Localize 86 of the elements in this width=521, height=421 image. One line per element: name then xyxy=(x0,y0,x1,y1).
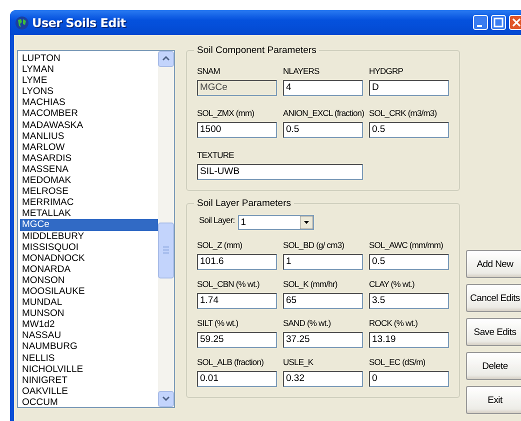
list-item[interactable]: MACOMBER xyxy=(20,108,158,120)
list-item[interactable]: MELROSE xyxy=(20,186,158,198)
list-item[interactable]: LYONS xyxy=(20,86,158,98)
dropdown-arrow-icon xyxy=(300,216,313,229)
list-item[interactable]: NAUMBURG xyxy=(20,341,158,353)
list-item[interactable]: MONSON xyxy=(20,274,158,286)
list-item[interactable]: MACHIAS xyxy=(20,97,158,108)
list-item[interactable]: MISSISQUOI xyxy=(20,242,158,253)
field-label: SNAM xyxy=(197,66,220,77)
input-field[interactable]: 0.5 xyxy=(369,254,449,270)
input-field[interactable]: D xyxy=(369,80,449,96)
list-item[interactable]: MERRIMAC xyxy=(20,197,158,208)
list-item[interactable]: NINIGRET xyxy=(20,374,158,386)
list-item[interactable]: MARLOW xyxy=(20,142,158,153)
scrollbar[interactable] xyxy=(158,51,174,407)
field-label: CLAY (% wt.) xyxy=(369,279,414,290)
input-field[interactable]: 4 xyxy=(283,80,363,96)
list-item[interactable]: LYME xyxy=(20,75,158,86)
field-label: SOL_ALB (fraction) xyxy=(197,357,264,368)
list-item[interactable]: MUNSON xyxy=(20,308,158,320)
action-button[interactable]: Save Edits xyxy=(466,318,521,346)
field-label: SOL_Z (mm) xyxy=(197,240,242,251)
field-label: SOL_CRK (m3/m3) xyxy=(369,108,437,119)
minimize-button[interactable] xyxy=(473,15,488,30)
action-button[interactable]: Exit xyxy=(466,386,521,414)
list-item[interactable]: MASSENA xyxy=(20,164,158,176)
group-title: Soil Layer Parameters xyxy=(196,198,292,209)
layer-dropdown[interactable]: 1 xyxy=(238,215,314,230)
list-item[interactable]: MEDOMAK xyxy=(20,175,158,186)
input-field[interactable]: 59.25 xyxy=(197,332,277,348)
field-label: SAND (% wt.) xyxy=(283,318,331,329)
list-item[interactable]: MGCe xyxy=(20,219,158,230)
list-item[interactable]: METALLAK xyxy=(20,208,158,220)
field-label: HYDGRP xyxy=(369,66,403,77)
input-field[interactable]: 1 xyxy=(283,254,363,270)
input-field[interactable]: 1500 xyxy=(197,122,277,138)
action-button[interactable]: Delete xyxy=(466,352,521,380)
window-title: User Soils Edit xyxy=(32,16,127,30)
list-item[interactable]: MONARDA xyxy=(20,264,158,275)
field-label: SOL_EC (dS/m) xyxy=(369,357,426,368)
field-label: SOL_K (mm/hr) xyxy=(283,279,338,290)
input-field[interactable]: 0.5 xyxy=(369,122,449,138)
field-label: ROCK (% wt.) xyxy=(369,318,418,329)
input-field[interactable]: SIL-UWB xyxy=(197,164,363,180)
list-item[interactable]: MIDDLEBURY xyxy=(20,230,158,242)
globe-icon xyxy=(15,16,29,30)
list-item[interactable]: MOOSILAUKE xyxy=(20,286,158,298)
list-item[interactable]: MONADNOCK xyxy=(20,252,158,264)
field-label: SOL_CBN (% wt.) xyxy=(197,279,260,290)
input-field[interactable]: 0.32 xyxy=(283,371,363,387)
input-field[interactable]: 1.74 xyxy=(197,293,277,309)
list-item[interactable]: LYMAN xyxy=(20,64,158,76)
input-field[interactable]: 0.01 xyxy=(197,371,277,387)
input-field[interactable]: 37.25 xyxy=(283,332,363,348)
soil-list[interactable] xyxy=(17,50,175,408)
input-field[interactable]: 0 xyxy=(369,371,449,387)
input-field[interactable]: 0.5 xyxy=(283,122,363,138)
field-label: Soil Layer: xyxy=(199,215,235,226)
list-item[interactable]: NELLIS xyxy=(20,352,158,364)
input-field[interactable]: 101.6 xyxy=(197,254,277,270)
action-button[interactable]: Add New xyxy=(466,250,521,278)
list-item[interactable]: MUNDAL xyxy=(20,297,158,308)
input-field[interactable]: 13.19 xyxy=(369,332,449,348)
list-item[interactable]: MW1d2 xyxy=(20,319,158,330)
input-field[interactable]: 3.5 xyxy=(369,293,449,309)
close-button[interactable] xyxy=(509,15,521,30)
list-item[interactable]: OAKVILLE xyxy=(20,386,158,397)
list-item[interactable]: MANLIUS xyxy=(20,130,158,142)
field-label: SOL_BD (g/ cm3) xyxy=(283,240,344,251)
list-item[interactable]: NASSAU xyxy=(20,330,158,342)
list-item[interactable]: MADAWASKA xyxy=(20,120,158,131)
list-item[interactable]: OCCUM xyxy=(20,396,158,407)
list-item[interactable]: MASARDIS xyxy=(20,152,158,164)
field-label: TEXTURE xyxy=(197,150,234,161)
list-item[interactable]: LUPTON xyxy=(20,53,158,64)
field-label: SOL_ZMX (mm) xyxy=(197,108,254,119)
field-label: SOL_AWC (mm/mm) xyxy=(369,240,443,251)
field-label: USLE_K xyxy=(283,357,314,368)
field-label: NLAYERS xyxy=(283,66,320,77)
maximize-button[interactable] xyxy=(491,15,506,30)
field-label: SILT (% wt.) xyxy=(197,318,238,329)
list-item[interactable]: NICHOLVILLE xyxy=(20,364,158,375)
group-title: Soil Component Parameters xyxy=(196,45,318,56)
field-label: ANION_EXCL (fraction) xyxy=(283,108,364,119)
action-button[interactable]: Cancel Edits xyxy=(466,284,521,312)
input-field[interactable]: 65 xyxy=(283,293,363,309)
